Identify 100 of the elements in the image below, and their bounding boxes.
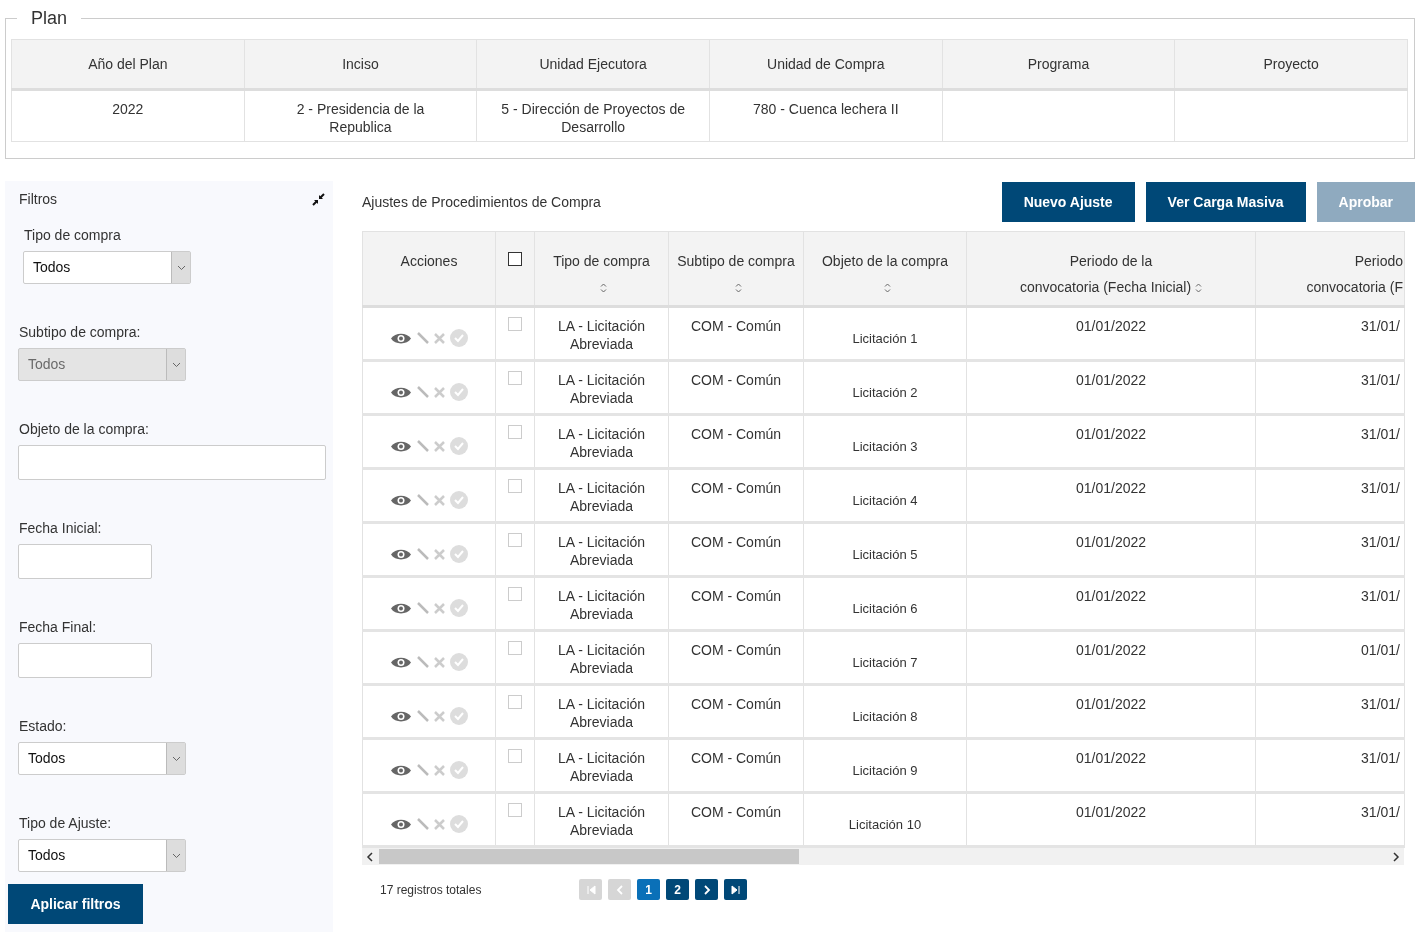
- column-header: Subtipo de compra: [668, 231, 804, 307]
- collapse-icon[interactable]: [312, 192, 325, 206]
- close-icon[interactable]: [434, 602, 445, 614]
- field-label: Subtipo de compra:: [19, 324, 142, 340]
- eye-icon[interactable]: [390, 763, 412, 777]
- check-circle-icon[interactable]: [450, 329, 468, 347]
- row-checkbox[interactable]: [508, 695, 522, 709]
- row-checkbox[interactable]: [508, 749, 522, 763]
- eye-icon[interactable]: [390, 439, 412, 453]
- column-header: Inciso: [244, 39, 477, 90]
- row-checkbox[interactable]: [508, 587, 522, 601]
- check-circle-icon[interactable]: [450, 545, 468, 563]
- row-checkbox[interactable]: [508, 425, 522, 439]
- pencil-icon[interactable]: [417, 656, 429, 668]
- field-label: Objeto de la compra:: [19, 421, 150, 437]
- sort-icon[interactable]: [734, 282, 742, 295]
- check-circle-icon[interactable]: [450, 761, 468, 779]
- panel-title: Filtros: [19, 191, 58, 207]
- column-header: Tipo de compra: [534, 231, 669, 307]
- date-field[interactable]: [18, 544, 152, 579]
- table-cell: LA - Licitación Abreviada: [534, 468, 669, 523]
- table-cell: 01/01/2022: [966, 684, 1256, 739]
- column-header: Periodo convocatoria (F: [1255, 231, 1405, 307]
- table-cell: COM - Común: [668, 630, 804, 685]
- select-field[interactable]: Todos: [18, 742, 186, 775]
- pencil-icon[interactable]: [417, 386, 429, 398]
- row-checkbox[interactable]: [508, 317, 522, 331]
- field-label: Tipo de Ajuste:: [19, 815, 113, 831]
- close-icon[interactable]: [434, 494, 445, 506]
- check-circle-icon[interactable]: [450, 815, 468, 833]
- close-icon[interactable]: [434, 764, 445, 776]
- eye-icon[interactable]: [390, 385, 412, 399]
- input-field[interactable]: [18, 445, 326, 480]
- close-icon[interactable]: [434, 548, 445, 560]
- eye-icon[interactable]: [390, 331, 412, 345]
- check-circle-icon[interactable]: [450, 707, 468, 725]
- date-field[interactable]: [18, 643, 152, 678]
- sort-icon[interactable]: [1195, 282, 1203, 295]
- page-nav-button[interactable]: [695, 879, 718, 900]
- table-cell: LA - Licitación Abreviada: [534, 738, 669, 793]
- field-label: Fecha Inicial:: [19, 520, 103, 536]
- chevron-down-icon: [176, 264, 186, 271]
- column-header: Programa: [942, 39, 1175, 90]
- eye-icon[interactable]: [390, 709, 412, 723]
- pencil-icon[interactable]: [417, 548, 429, 560]
- page-nav-button[interactable]: [724, 879, 747, 900]
- select-all-checkbox[interactable]: [508, 252, 522, 266]
- chevron-down-icon: [171, 755, 181, 762]
- eye-icon[interactable]: [390, 493, 412, 507]
- pencil-icon[interactable]: [417, 494, 429, 506]
- eye-icon[interactable]: [390, 817, 412, 831]
- check-circle-icon[interactable]: [450, 599, 468, 617]
- column-header: Unidad Ejecutora: [476, 39, 710, 90]
- pencil-icon[interactable]: [417, 710, 429, 722]
- close-icon[interactable]: [434, 818, 445, 830]
- table-cell: LA - Licitación Abreviada: [534, 684, 669, 739]
- table-cell: 01/01/2022: [966, 630, 1256, 685]
- table-cell: COM - Común: [668, 468, 804, 523]
- table-cell: 31/01/: [1255, 414, 1405, 469]
- row-checkbox[interactable]: [508, 479, 522, 493]
- table-cell: LA - Licitación Abreviada: [534, 414, 669, 469]
- close-icon[interactable]: [434, 332, 445, 344]
- table-cell: Licitación 3: [803, 414, 967, 469]
- pencil-icon[interactable]: [417, 602, 429, 614]
- table-cell: 2 - Presidencia de la Republica: [244, 89, 477, 142]
- eye-icon[interactable]: [390, 601, 412, 615]
- check-circle-icon[interactable]: [450, 437, 468, 455]
- pencil-icon[interactable]: [417, 764, 429, 776]
- table-cell: LA - Licitación Abreviada: [534, 630, 669, 685]
- sort-icon[interactable]: [883, 282, 891, 295]
- horizontal-scrollbar[interactable]: [362, 848, 1404, 865]
- row-checkbox[interactable]: [508, 803, 522, 817]
- pencil-icon[interactable]: [417, 332, 429, 344]
- check-circle-icon[interactable]: [450, 491, 468, 509]
- eye-icon[interactable]: [390, 655, 412, 669]
- select-field[interactable]: Todos: [23, 251, 191, 284]
- table-title: Ajustes de Procedimientos de Compra: [362, 193, 602, 210]
- table-cell: 31/01/: [1255, 684, 1405, 739]
- close-icon[interactable]: [434, 386, 445, 398]
- table-cell: 5 - Dirección de Proyectos de Desarrollo: [476, 89, 710, 142]
- row-checkbox[interactable]: [508, 533, 522, 547]
- pencil-icon[interactable]: [417, 440, 429, 452]
- row-checkbox[interactable]: [508, 371, 522, 385]
- page-button[interactable]: 1: [637, 879, 660, 900]
- select-field[interactable]: Todos: [18, 839, 186, 872]
- action-button[interactable]: Nuevo Ajuste: [1001, 181, 1135, 222]
- sort-icon[interactable]: [600, 282, 607, 295]
- close-icon[interactable]: [434, 656, 445, 668]
- page-button[interactable]: 2: [666, 879, 689, 900]
- check-circle-icon[interactable]: [450, 653, 468, 671]
- apply-button[interactable]: Aplicar filtros: [8, 884, 143, 924]
- action-button[interactable]: Ver Carga Masiva: [1145, 181, 1306, 222]
- row-checkbox[interactable]: [508, 641, 522, 655]
- check-circle-icon[interactable]: [450, 383, 468, 401]
- table-cell: Licitación 1: [803, 306, 967, 361]
- eye-icon[interactable]: [390, 547, 412, 561]
- field-label: Tipo de compra: [24, 227, 122, 243]
- close-icon[interactable]: [434, 440, 445, 452]
- close-icon[interactable]: [434, 710, 445, 722]
- pencil-icon[interactable]: [417, 818, 429, 830]
